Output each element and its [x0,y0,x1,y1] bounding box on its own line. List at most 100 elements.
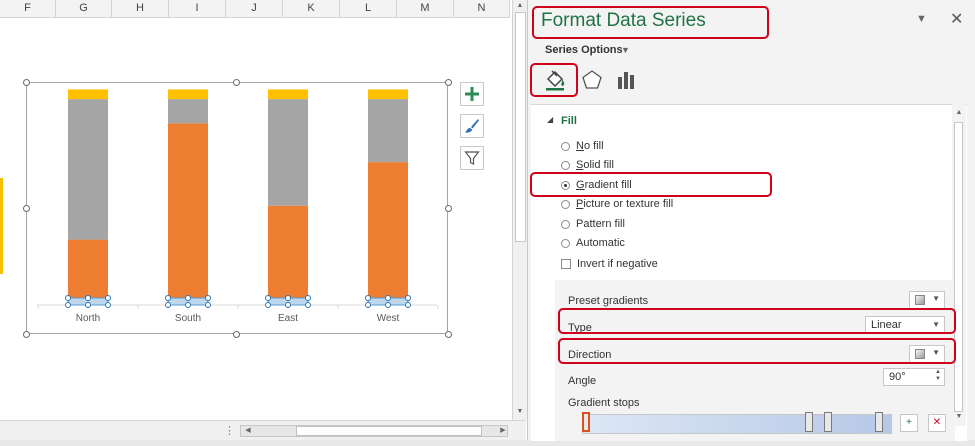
add-stop-button[interactable]: + [900,414,918,432]
selection-point[interactable] [165,295,171,301]
gradient-stops-bar[interactable] [582,414,892,434]
resize-handle[interactable] [445,79,452,86]
bar-segment[interactable] [368,99,408,163]
category-label[interactable]: North [76,313,100,324]
column-header[interactable]: J [226,0,283,17]
spinner-icon[interactable]: ▲ ▼ [935,369,941,383]
selection-point[interactable] [305,302,311,308]
bar-segment[interactable] [268,205,308,305]
pane-options-icon[interactable]: ▼ [916,13,927,25]
radio-button[interactable] [561,141,570,151]
bar-segment[interactable] [68,99,108,240]
invert-if-negative-row[interactable]: Invert if negative [561,258,658,270]
selection-point[interactable] [85,302,91,308]
column-header[interactable]: L [340,0,397,17]
tab-effects[interactable] [578,66,606,94]
close-icon[interactable]: ✕ [950,9,963,29]
selection-point[interactable] [65,302,71,308]
tab-series-options[interactable] [612,66,640,94]
sheet-horizontal-scrollbar[interactable]: ⋮ ◀ ▶ [0,420,526,441]
bar-segment[interactable] [168,123,208,305]
gradient-stop-marker[interactable] [874,412,883,432]
scroll-thumb[interactable] [296,426,482,436]
column-header[interactable]: G [56,0,112,17]
column-header[interactable]: K [283,0,340,17]
scroll-right-icon[interactable]: ▶ [497,426,509,436]
resize-handle[interactable] [23,331,30,338]
radio-button[interactable] [561,219,570,229]
selection-point[interactable] [365,302,371,308]
selection-point[interactable] [265,295,271,301]
column-header[interactable]: F [0,0,56,17]
column-header[interactable]: H [112,0,169,17]
selection-point[interactable] [285,302,291,308]
selection-point[interactable] [205,295,211,301]
bar-segment[interactable] [168,89,208,100]
bar-segment[interactable] [368,89,408,100]
bar-segment[interactable] [268,99,308,206]
selection-point[interactable] [385,295,391,301]
chart-styles-button[interactable] [460,114,484,138]
selection-point[interactable] [265,302,271,308]
column-header[interactable]: N [454,0,510,17]
chart-elements-button[interactable] [460,82,484,106]
scroll-down-icon[interactable]: ▼ [514,407,526,417]
split-handle-icon[interactable]: ⋮ [224,424,235,437]
selection-point[interactable] [385,302,391,308]
remove-stop-button[interactable]: ✕ [928,414,946,432]
selection-point[interactable] [205,302,211,308]
selection-point[interactable] [185,295,191,301]
category-label[interactable]: South [175,313,201,324]
angle-input[interactable]: 90° ▲ ▼ [883,368,945,386]
scroll-up-icon[interactable]: ▲ [953,108,965,118]
selection-point[interactable] [365,295,371,301]
selection-point[interactable] [305,295,311,301]
gradient-stop-marker[interactable] [823,412,832,432]
selection-point[interactable] [105,295,111,301]
chevron-down-icon[interactable]: ▼ [621,45,630,55]
scroll-down-icon[interactable]: ▼ [953,412,965,422]
selection-point[interactable] [65,295,71,301]
scroll-left-icon[interactable]: ◀ [242,426,254,436]
category-label[interactable]: West [377,313,400,324]
bar-segment[interactable] [268,89,308,100]
resize-handle[interactable] [23,205,30,212]
resize-handle[interactable] [445,205,452,212]
category-label[interactable]: East [278,313,298,324]
column-header[interactable]: M [397,0,454,17]
chart-object[interactable]: North South East West [26,82,448,334]
collapse-triangle-icon[interactable]: ◢ [547,115,553,124]
resize-handle[interactable] [233,331,240,338]
preset-gradients-button[interactable]: ▼ [909,291,945,309]
radio-solid-fill[interactable]: Solid fill [561,157,614,173]
sheet-vertical-scrollbar[interactable]: ▲ ▼ [512,0,527,420]
scroll-up-icon[interactable]: ▲ [514,1,526,11]
scroll-thumb[interactable] [954,122,963,412]
selection-point[interactable] [165,302,171,308]
bar-segment[interactable] [168,99,208,124]
radio-button[interactable] [561,238,570,248]
scroll-thumb[interactable] [515,12,526,242]
bar-segment[interactable] [368,162,408,305]
selection-point[interactable] [405,295,411,301]
column-header[interactable]: I [169,0,226,17]
invert-checkbox[interactable] [561,259,571,269]
radio-automatic[interactable]: Automatic [561,235,625,251]
resize-handle[interactable] [445,331,452,338]
selection-point[interactable] [85,295,91,301]
gradient-stop-marker[interactable] [805,412,814,432]
fill-section-heading[interactable]: Fill [561,115,577,127]
radio-pattern-fill[interactable]: Pattern fill [561,216,625,232]
radio-button[interactable] [561,160,570,170]
radio-button[interactable] [561,199,570,209]
resize-handle[interactable] [233,79,240,86]
series-options-label[interactable]: Series Options [545,44,623,56]
chart-plot[interactable]: North South East West [27,83,447,333]
resize-handle[interactable] [23,79,30,86]
radio-picture-fill[interactable]: Picture or texture fill [561,196,673,212]
chart-filters-button[interactable] [460,146,484,170]
selection-point[interactable] [185,302,191,308]
selection-point[interactable] [105,302,111,308]
selection-point[interactable] [405,302,411,308]
selection-point[interactable] [285,295,291,301]
